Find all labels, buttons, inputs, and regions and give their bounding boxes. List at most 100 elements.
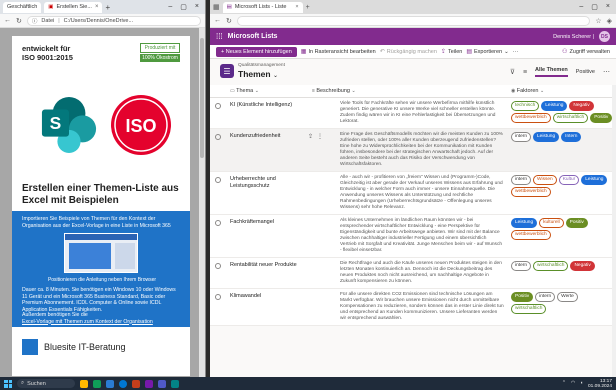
lists-app-header: ⁞⁞⁞ Microsoft Lists Dennis Scherer | DS	[210, 28, 616, 45]
close-button[interactable]: ×	[606, 3, 610, 11]
excel-template-link[interactable]: Excel-Vorlage mit Themen zum Kontext der…	[22, 319, 153, 325]
app-launcher-icon[interactable]: ⁞⁞⁞	[216, 32, 223, 41]
table-row[interactable]: Urheberrechte und Leistungsschutz Alle - …	[210, 172, 616, 215]
row-select-checkbox[interactable]	[210, 215, 226, 257]
tab-actions-icon[interactable]: ▦	[213, 3, 220, 11]
avatar[interactable]: DS	[599, 31, 610, 42]
windows-start-icon[interactable]	[4, 379, 12, 388]
sharepoint-icon[interactable]	[171, 379, 179, 388]
url-field[interactable]: ⓘ Datei | C:/Users/Dennis/OneDrive...	[26, 15, 201, 26]
new-tab-button[interactable]: +	[306, 4, 310, 11]
back-icon[interactable]: ←	[214, 17, 221, 24]
lists-browser-window: ▦ ▤ Microsoft Lists - Liste × + – ▢ × ← …	[210, 0, 616, 377]
row-faktoren: intern wirtschaftlich Negativ	[508, 258, 616, 288]
view-all-topics[interactable]: Alle Themen	[535, 67, 568, 77]
refresh-icon[interactable]: ↻	[226, 17, 232, 25]
column-beschreibung[interactable]: ≡ Beschreibung ⌄	[308, 88, 508, 94]
profile-tab[interactable]: Geschäftlich	[3, 1, 42, 13]
maximize-button[interactable]: ▢	[180, 3, 187, 11]
document-scrollbar[interactable]	[199, 28, 205, 377]
minimize-button[interactable]: –	[579, 3, 583, 11]
add-new-item-button[interactable]: + Neues Element hinzufügen	[216, 46, 297, 57]
minimize-button[interactable]: –	[168, 3, 172, 11]
column-thema[interactable]: ▭ Thema ⌄	[226, 88, 308, 94]
manage-access-button[interactable]: ⚇ Zugriff verwalten	[562, 48, 610, 56]
grid-scrollbar[interactable]	[612, 85, 616, 377]
list-parent-link[interactable]: Qualitätsmanagement	[238, 63, 285, 68]
factor-tag: intern	[535, 292, 556, 302]
copilot-icon[interactable]: ◈	[607, 17, 612, 25]
list-grid: ▭ Thema ⌄ ≡ Beschreibung ⌄ ◉ Faktoren ⌄ …	[210, 85, 616, 326]
factor-tag: wirtschaftlich	[511, 304, 547, 314]
edge-icon[interactable]	[119, 379, 127, 388]
row-thema[interactable]: Rentabilität neuer Produkte	[226, 258, 308, 288]
row-select-checkbox[interactable]	[210, 98, 226, 128]
close-tab-icon[interactable]: ×	[95, 4, 99, 10]
table-row[interactable]: Rentabilität neuer Produkte Die Rechtfrag…	[210, 258, 616, 289]
taskbar-search-label: Suchen	[27, 380, 46, 387]
factor-tag: Kultur	[558, 175, 580, 185]
row-actions	[308, 289, 336, 325]
export-button[interactable]: ▤ Exportieren ⌄	[466, 48, 508, 56]
row-beschreibung: Viele Tools für Fachkräfte sehen wir uns…	[340, 101, 496, 124]
factor-tag: Leistung	[581, 175, 608, 185]
row-thema[interactable]: KI (Künstliche Intelligenz)	[226, 98, 308, 128]
taskbar-search[interactable]: ⌕ Suchen	[17, 379, 75, 388]
more-actions-button[interactable]: ···	[513, 49, 519, 55]
maximize-button[interactable]: ▢	[591, 3, 598, 11]
url-field[interactable]	[236, 15, 591, 26]
document-tab[interactable]: ▣ Erstellen Sie... ×	[44, 1, 103, 13]
table-row[interactable]: Fachkräftemangel Als kleines Unternehmen …	[210, 215, 616, 258]
factor-tag: Werte	[557, 292, 578, 302]
back-icon[interactable]: ←	[4, 17, 11, 24]
table-row[interactable]: Kundenzufriedenheit ⇪ ⋮ Eine Frage des Gesc…	[210, 129, 616, 172]
powerpoint-icon[interactable]	[132, 379, 140, 388]
doc-template-text: Außerdem benötigen Sie die Excel-Vorlage…	[22, 312, 182, 325]
row-select-checkbox[interactable]	[210, 258, 226, 288]
row-thema[interactable]: Kundenzufriedenheit	[226, 129, 308, 171]
undo-button[interactable]: ↶ Rückgängig machen	[380, 48, 437, 56]
more-views-icon[interactable]: ⋯	[603, 68, 610, 76]
document-viewport[interactable]: entwickelt für ISO 9001:2015 Produziert …	[0, 28, 200, 377]
word-icon[interactable]	[106, 379, 114, 388]
new-tab-button[interactable]: +	[105, 3, 110, 12]
app-name[interactable]: Microsoft Lists	[228, 33, 278, 40]
refresh-icon[interactable]: ↻	[16, 17, 22, 25]
factor-tag: Intern	[561, 132, 582, 142]
lists-tab[interactable]: ▤ Microsoft Lists - Liste ×	[222, 1, 303, 13]
clock[interactable]: 13:17 01.09.2024	[588, 379, 612, 389]
table-row[interactable]: KI (Künstliche Intelligenz) Viele Tools f…	[210, 98, 616, 129]
explorer-icon[interactable]	[80, 379, 88, 388]
row-faktoren: intern Wissen Kultur Leistung wettbewerblich	[508, 172, 616, 214]
share-button[interactable]: ⇪ Teilen	[441, 48, 462, 56]
view-positive[interactable]: Positive	[576, 69, 595, 75]
close-tab-icon[interactable]: ×	[295, 4, 298, 10]
more-icon[interactable]: ⋮	[317, 133, 323, 171]
chevron-up-icon[interactable]: ⌃	[562, 381, 566, 386]
row-thema[interactable]: Fachkräftemangel	[226, 215, 308, 257]
volume-icon[interactable]: ◖	[580, 381, 583, 386]
teams-icon[interactable]	[158, 379, 166, 388]
row-thema[interactable]: Urheberrechte und Leistungsschutz	[226, 172, 308, 214]
column-faktoren[interactable]: ◉ Faktoren ⌄	[508, 88, 616, 94]
grid-edit-button[interactable]: ▦ In Rasteransicht bearbeiten	[301, 48, 376, 56]
onenote-icon[interactable]	[145, 379, 153, 388]
row-beschreibung: Als kleines Unternehmen im ländlichen Ra…	[340, 218, 503, 253]
close-button[interactable]: ×	[195, 3, 199, 11]
row-select-checkbox[interactable]	[210, 129, 226, 171]
chevron-down-icon: ⌄	[540, 88, 545, 94]
row-thema[interactable]: Klimawandel	[226, 289, 308, 325]
view-options-icon[interactable]: ≡	[523, 69, 527, 76]
excel-icon[interactable]	[93, 379, 101, 388]
filter-icon[interactable]: ⊽	[510, 68, 515, 76]
wifi-icon[interactable]: ◠	[571, 381, 575, 386]
row-select-checkbox[interactable]	[210, 172, 226, 214]
share-icon[interactable]: ⇪	[308, 133, 313, 171]
row-select-checkbox[interactable]	[210, 289, 226, 325]
eco-badge: Produziert mit 100% Ökostrom	[140, 43, 180, 62]
lists-tab-label: Microsoft Lists - Liste	[234, 4, 287, 10]
list-title[interactable]: Themen ⌄	[238, 69, 278, 79]
table-row[interactable]: Klimawandel Für alle unsere direkten CO2 …	[210, 289, 616, 326]
favorites-icon[interactable]: ☆	[595, 17, 601, 25]
factor-tag: Negativ	[570, 261, 595, 271]
